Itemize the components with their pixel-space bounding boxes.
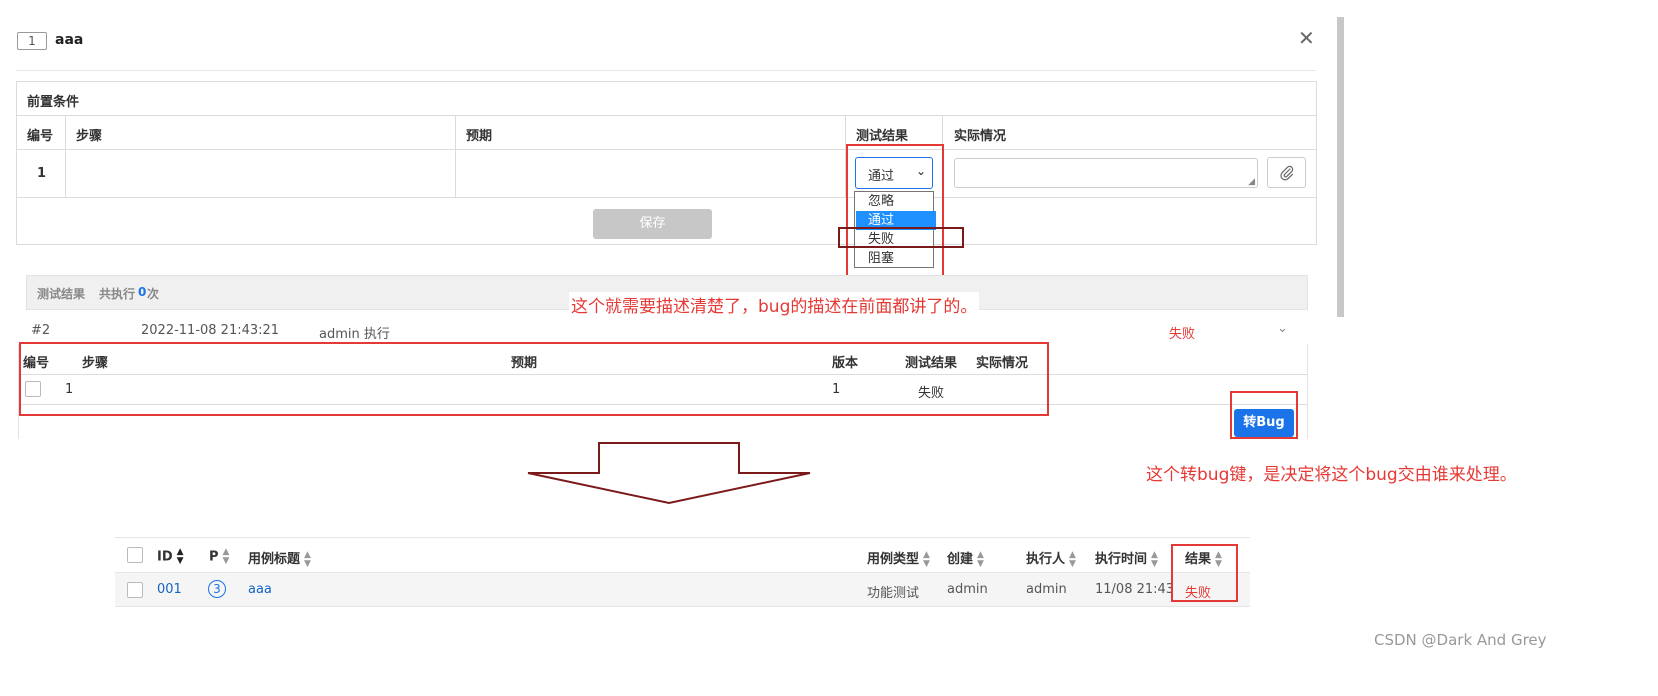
annotation-box-fail-option (838, 227, 964, 248)
col-header-exec-time[interactable]: 执行时间 ▲ ▼ (1095, 548, 1158, 569)
run-time: 2022-11-08 21:43:21 (141, 323, 280, 338)
col-header-executor[interactable]: 执行人 ▲ ▼ (1026, 548, 1076, 569)
dialog-scrollbar[interactable] (1337, 17, 1344, 317)
col-header-expect: 预期 (466, 129, 493, 144)
sort-icon: ▲ ▼ (222, 547, 230, 566)
header-divider (16, 70, 1316, 71)
resize-handle-icon: ◢ (1248, 177, 1255, 187)
table-line (65, 115, 66, 197)
col-header-no: 编号 (27, 129, 54, 144)
step-row-no: 1 (37, 166, 47, 181)
annotation-note-1: 这个就需要描述清楚了，bug的描述在前面都讲了的。 (569, 292, 980, 317)
col-header-actual: 实际情况 (954, 129, 1007, 144)
select-all-checkbox[interactable] (127, 547, 143, 563)
col-header-result: 测试结果 (856, 129, 909, 144)
col-header-step: 步骤 (76, 129, 103, 144)
case-executor: admin (1026, 582, 1067, 597)
run-id: #2 (31, 323, 51, 338)
annotation-box-to-bug (1230, 391, 1298, 439)
case-row-checkbox[interactable] (127, 582, 143, 598)
watermark: CSDN @Dark And Grey (1374, 631, 1547, 649)
sort-icon: ▲ ▼ (304, 549, 311, 569)
paperclip-icon (1280, 165, 1294, 181)
case-list-row-bg (115, 573, 1250, 607)
sort-icon: ▲ ▼ (176, 547, 184, 566)
table-line (455, 115, 456, 197)
case-id-link[interactable]: 001 (157, 582, 182, 597)
case-title: aaa (55, 32, 84, 48)
annotation-note-2: 这个转bug键，是决定将这个bug交由谁来处理。 (1146, 465, 1517, 485)
results-count: 0 (138, 285, 147, 299)
run-executor: admin 执行 (319, 327, 390, 342)
results-count-suffix: 次 (147, 287, 160, 301)
priority-badge: 3 (208, 580, 226, 598)
col-header-type[interactable]: 用例类型 ▲ ▼ (867, 548, 930, 569)
col-header-title[interactable]: 用例标题 ▲ ▼ (248, 548, 311, 569)
case-type: 功能测试 (867, 586, 920, 601)
col-header-priority[interactable]: P ▲ ▼ (209, 548, 229, 566)
actual-textarea[interactable]: ◢ (954, 158, 1258, 188)
sort-icon: ▲ ▼ (1151, 549, 1158, 569)
attach-button[interactable] (1267, 157, 1306, 188)
case-id-badge: 1 (17, 32, 47, 50)
col-header-id[interactable]: ID ▲ ▼ (157, 548, 184, 566)
results-total-prefix: 共执行 (99, 287, 136, 301)
case-title-link[interactable]: aaa (248, 582, 272, 597)
precondition-label: 前置条件 (27, 95, 80, 110)
case-list-top-line (115, 537, 1250, 538)
table-line (16, 197, 1317, 198)
sort-icon: ▲ ▼ (977, 549, 984, 569)
save-button[interactable]: 保存 (593, 209, 712, 239)
col-header-creator[interactable]: 创建 ▲ ▼ (947, 548, 984, 569)
results-title: 测试结果 (37, 287, 86, 301)
table-line (16, 149, 1317, 150)
annotation-box-result-column (1171, 544, 1238, 602)
annotation-box-result (846, 144, 944, 282)
case-creator: admin (947, 582, 988, 597)
annotation-box-run-table (19, 342, 1049, 416)
table-line (16, 115, 1317, 116)
case-exec-time: 11/08 21:43 (1095, 582, 1175, 597)
sort-icon: ▲ ▼ (923, 549, 930, 569)
chevron-down-icon[interactable]: ⌄ (1277, 321, 1288, 336)
run-status: 失败 (1169, 327, 1196, 342)
sort-icon: ▲ ▼ (1069, 549, 1076, 569)
close-icon[interactable]: ✕ (1298, 26, 1315, 50)
down-arrow-icon (527, 442, 811, 505)
